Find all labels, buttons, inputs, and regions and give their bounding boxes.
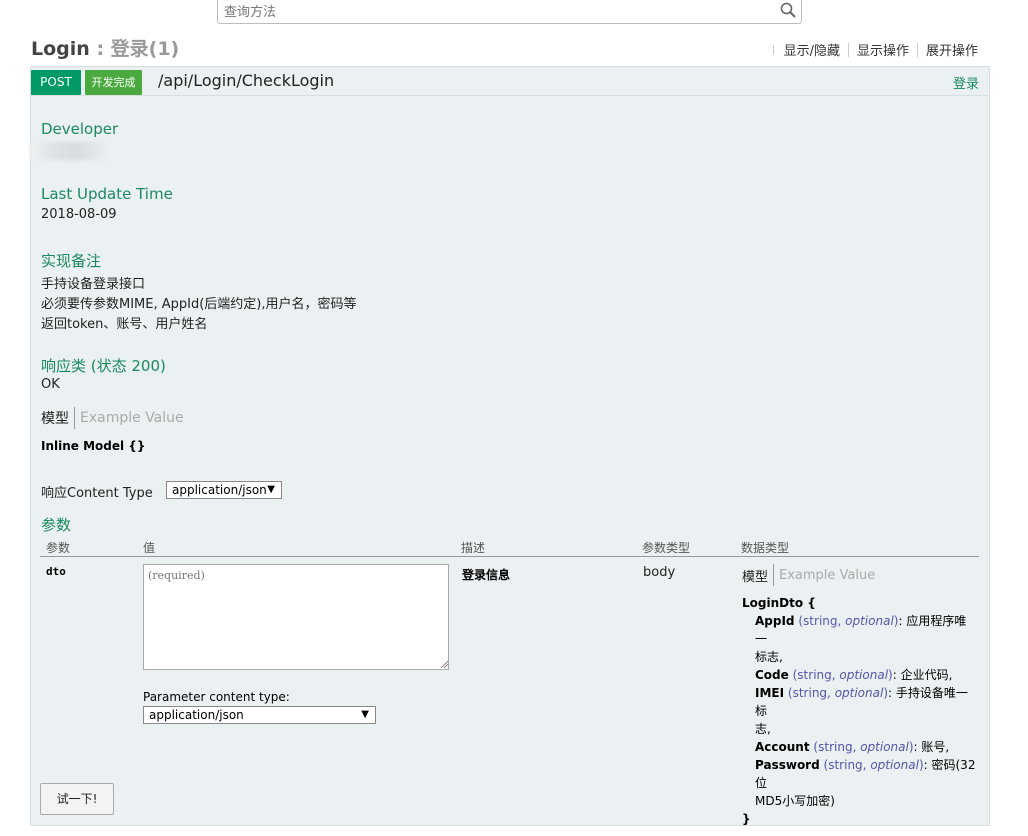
http-method-badge[interactable]: POST — [31, 70, 81, 95]
try-it-out-button[interactable]: 试一下! — [40, 783, 114, 815]
redacted-developer-name — [30, 142, 106, 160]
tab-divider — [773, 564, 775, 586]
endpoint-path[interactable]: /api/Login/CheckLogin — [158, 71, 334, 90]
toggle-show-hide-link[interactable]: 显示/隐藏 — [784, 40, 840, 59]
param-content-type-value: application/json — [149, 708, 244, 722]
tab-example-value[interactable]: Example Value — [80, 410, 184, 426]
dropdown-arrow-icon: ▼ — [267, 484, 275, 495]
model-field: IMEI (string, optional): 手持设备唯一标 志, — [755, 686, 968, 736]
field-optional: optional — [834, 686, 884, 700]
field-optional: optional — [845, 614, 894, 628]
response-content-type-value: application/json — [172, 483, 267, 497]
response-heading: 响应类 (状态 200) — [41, 357, 166, 375]
response-model-tabs: 模型 Example Value — [41, 407, 184, 429]
resource-title[interactable]: Login : 登录(1) — [31, 34, 179, 61]
notes-line: 必须要传参数MIME, AppId(后端约定),用户名，密码等 — [41, 297, 357, 312]
expand-operations-link[interactable]: 展开操作 — [926, 40, 978, 59]
search-input[interactable] — [222, 0, 776, 24]
tab-model[interactable]: 模型 — [742, 566, 768, 585]
field-name: Password — [755, 758, 820, 772]
notes-heading: 实现备注 — [41, 252, 102, 270]
ops-tick-divider — [772, 44, 774, 55]
param-model-tabs: 模型 Example Value — [742, 564, 875, 586]
param-description: 登录信息 — [462, 568, 511, 582]
developer-heading: Developer — [41, 120, 119, 138]
model-field: Code (string, optional): 企业代码, — [755, 668, 953, 682]
field-optional: optional — [870, 758, 919, 772]
last-update-value: 2018-08-09 — [41, 207, 117, 222]
ops-divider — [847, 42, 849, 57]
field-name: Code — [755, 668, 789, 682]
model-name: LoginDto { — [742, 596, 816, 610]
field-desc: 企业代码, — [900, 668, 953, 682]
response-content-type-label: 响应Content Type — [41, 486, 153, 501]
list-operations-link[interactable]: 显示操作 — [857, 40, 909, 59]
response-content-type-select[interactable]: application/json ▼ — [166, 481, 282, 499]
tab-divider — [74, 407, 75, 429]
param-name: dto — [46, 565, 66, 578]
ops-divider — [916, 42, 918, 57]
resource-subtitle: : 登录(1) — [96, 38, 180, 60]
field-name: Account — [755, 740, 810, 754]
inline-model: Inline Model {} — [41, 439, 146, 453]
search-bar[interactable] — [217, 0, 802, 24]
col-header-value: 值 — [143, 541, 156, 555]
field-desc-cont: 志, — [755, 722, 771, 736]
field-optional: optional — [860, 740, 909, 754]
field-name: IMEI — [755, 686, 785, 700]
col-header-data-type: 数据类型 — [741, 541, 790, 555]
tab-example-value[interactable]: Example Value — [779, 568, 875, 583]
field-type: string — [818, 740, 853, 754]
last-update-heading: Last Update Time — [41, 185, 173, 203]
response-status-text: OK — [41, 377, 60, 392]
field-name: AppId — [755, 614, 795, 628]
col-header-description: 描述 — [461, 541, 486, 555]
table-header-divider — [40, 556, 979, 557]
field-optional: optional — [839, 668, 889, 682]
model-field: Account (string, optional): 账号, — [755, 740, 950, 754]
notes-line: 手持设备登录接口 — [41, 277, 146, 292]
param-value-textarea[interactable] — [143, 564, 449, 670]
model-schema: LoginDto { AppId (string, optional): 应用程… — [742, 594, 978, 828]
dropdown-arrow-icon: ▼ — [361, 709, 369, 720]
col-header-parameter: 参数 — [46, 541, 71, 555]
field-type: string — [828, 758, 863, 772]
status-badge: 开发完成 — [85, 70, 142, 95]
field-desc: 账号, — [921, 740, 950, 754]
param-content-type-label: Parameter content type: — [143, 690, 290, 704]
search-icon[interactable] — [779, 1, 797, 19]
model-field: Password (string, optional): 密码(32位 MD5小… — [755, 758, 976, 808]
notes-line: 返回token、账号、用户姓名 — [41, 317, 208, 332]
field-desc-cont: MD5小写加密) — [755, 794, 835, 808]
field-type: string — [803, 614, 838, 628]
resource-operations: 显示/隐藏 显示操作 展开操作 — [772, 40, 978, 59]
tab-model[interactable]: 模型 — [41, 408, 69, 428]
field-type: string — [797, 668, 832, 682]
field-desc-cont: 标志, — [755, 650, 783, 664]
resource-name: Login — [31, 38, 90, 60]
model-field: AppId (string, optional): 应用程序唯一 标志, — [755, 614, 967, 664]
field-type: string — [792, 686, 828, 700]
param-type: body — [643, 565, 676, 580]
parameters-heading: 参数 — [41, 516, 72, 534]
param-content-type-select[interactable]: application/json ▼ — [143, 706, 376, 724]
operation-summary[interactable]: 登录 — [953, 73, 979, 92]
col-header-param-type: 参数类型 — [642, 541, 691, 555]
model-close: } — [742, 812, 751, 826]
resize-grip-icon[interactable] — [440, 660, 448, 668]
